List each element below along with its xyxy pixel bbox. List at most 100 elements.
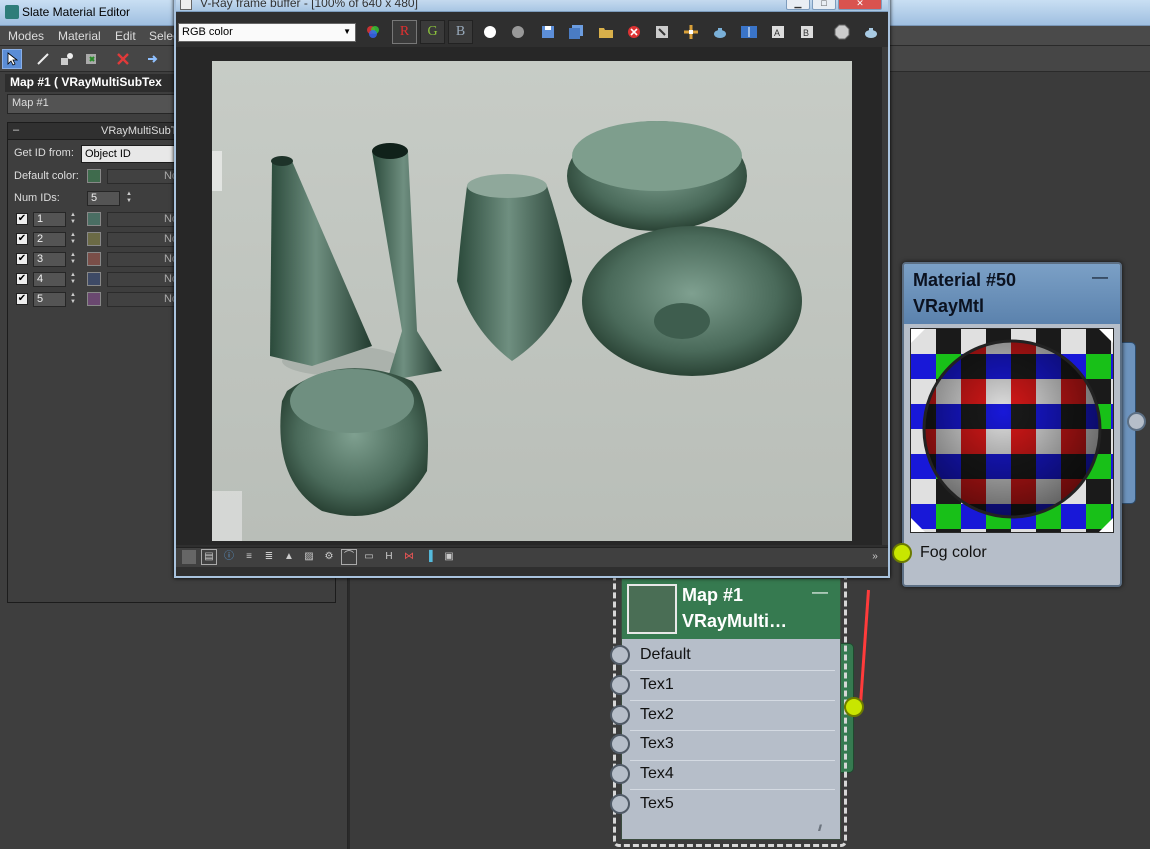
id-4-checkbox[interactable]: ✔ xyxy=(16,273,28,285)
channel-dropdown[interactable]: RGB color ▼ xyxy=(178,23,356,42)
maximize-icon[interactable]: □ xyxy=(812,0,836,10)
material-node-header[interactable]: Material #50 VRayMtl — xyxy=(904,264,1120,324)
id-3-texmap-button[interactable]: No xyxy=(107,252,182,267)
tex1-input-port[interactable] xyxy=(610,675,630,695)
id-5-spinner-arrows[interactable]: ▲ ▼ xyxy=(69,292,77,307)
id-5-color-swatch[interactable] xyxy=(87,292,101,306)
assign-material-icon[interactable] xyxy=(57,49,77,69)
alpha-white-icon[interactable] xyxy=(479,21,501,43)
id-3-checkbox[interactable]: ✔ xyxy=(16,253,28,265)
h-button[interactable]: H xyxy=(382,550,396,564)
id-3-color-swatch[interactable] xyxy=(87,252,101,266)
select-tool-icon[interactable] xyxy=(2,49,22,69)
save-all-icon[interactable] xyxy=(565,21,587,43)
id-1-color-swatch[interactable] xyxy=(87,212,101,226)
vfb-scrollbar[interactable] xyxy=(882,47,888,545)
map-node-output-port[interactable] xyxy=(844,697,864,717)
render-last-teapot-icon[interactable] xyxy=(709,21,731,43)
move-children-icon[interactable] xyxy=(143,49,163,69)
id-2-color-swatch[interactable] xyxy=(87,232,101,246)
minimize-icon[interactable]: ▁ xyxy=(786,0,810,10)
menu-material[interactable]: Material xyxy=(58,29,101,43)
color-balance-icon[interactable]: ≣ xyxy=(262,550,276,564)
fog-color-input-port[interactable] xyxy=(892,543,912,563)
id-5-checkbox[interactable]: ✔ xyxy=(16,293,28,305)
get-id-dropdown[interactable]: Object ID xyxy=(81,145,181,163)
material-node-output-port[interactable] xyxy=(1127,412,1146,431)
lut-icon[interactable]: ▭ xyxy=(362,550,376,564)
num-ids-spinner-arrows[interactable]: ▲ ▼ xyxy=(125,191,133,206)
settings-icon[interactable]: ⚙ xyxy=(322,550,336,564)
save-icon[interactable] xyxy=(537,21,559,43)
track-mouse-icon[interactable] xyxy=(680,21,702,43)
red-channel-button[interactable]: R xyxy=(392,20,417,44)
histogram-icon[interactable]: ▲ xyxy=(282,550,296,564)
render-viewport[interactable] xyxy=(176,47,888,545)
id-2-checkbox[interactable]: ✔ xyxy=(16,233,28,245)
vray-frame-buffer-window[interactable]: V-Ray frame buffer - [100% of 640 x 480]… xyxy=(174,0,890,578)
id-1-spinner-arrows[interactable]: ▲ ▼ xyxy=(69,212,77,227)
id-4-spinner[interactable]: 4 xyxy=(33,272,66,287)
render-teapot-icon[interactable] xyxy=(860,21,882,43)
id-2-spinner-arrows[interactable]: ▲ ▼ xyxy=(69,232,77,247)
menu-modes[interactable]: Modes xyxy=(8,29,44,43)
default-color-swatch[interactable] xyxy=(87,169,101,183)
reset-map-icon[interactable] xyxy=(81,49,101,69)
id-5-spinner[interactable]: 5 xyxy=(33,292,66,307)
default-input-port[interactable] xyxy=(610,645,630,665)
id-5-texmap-button[interactable]: No xyxy=(107,292,182,307)
curves-icon[interactable]: ⌒ xyxy=(341,549,357,565)
num-ids-spinner[interactable]: 5 xyxy=(87,191,120,206)
material-node[interactable]: Material #50 VRayMtl — Fog color xyxy=(892,262,1122,587)
history-b-icon[interactable]: B xyxy=(796,21,818,43)
map-node-header[interactable]: Map #1 VRayMulti… — xyxy=(622,579,840,639)
material-node-name: Material #50 xyxy=(913,270,1017,290)
map-node[interactable]: Map #1 VRayMulti… — Default Tex1 Tex2 Te… xyxy=(610,578,841,840)
levels-icon[interactable]: ▤ xyxy=(201,549,217,565)
blue-channel-button[interactable]: B xyxy=(448,20,473,44)
delete-icon[interactable] xyxy=(113,49,133,69)
id-2-spinner[interactable]: 2 xyxy=(33,232,66,247)
tex4-input-port[interactable] xyxy=(610,764,630,784)
eyedropper-icon[interactable] xyxy=(33,49,53,69)
color-channels-icon[interactable] xyxy=(362,21,384,43)
default-texmap-button[interactable]: No xyxy=(107,169,182,184)
green-channel-button[interactable]: G xyxy=(420,20,445,44)
compare-icon[interactable]: ▐ xyxy=(422,550,436,564)
mono-icon[interactable] xyxy=(507,21,529,43)
clear-image-icon[interactable] xyxy=(623,21,645,43)
menu-edit[interactable]: Edit xyxy=(115,29,136,43)
tex5-input-port[interactable] xyxy=(610,794,630,814)
collapse-icon[interactable]: – xyxy=(13,124,19,136)
hsl-icon[interactable]: ≡ xyxy=(242,550,256,564)
id-1-spinner[interactable]: 1 xyxy=(33,212,66,227)
show-corrections-icon[interactable] xyxy=(182,550,196,564)
material-node-minimize-button[interactable]: — xyxy=(1092,269,1108,287)
map-node-minimize-button[interactable]: — xyxy=(812,584,828,602)
pixel-info-icon[interactable]: ▣ xyxy=(442,550,456,564)
resize-grip-icon[interactable]: //// xyxy=(818,823,822,833)
close-icon[interactable]: ✕ xyxy=(838,0,882,10)
exposure-icon[interactable]: ▨ xyxy=(302,550,316,564)
stop-render-icon[interactable] xyxy=(831,21,853,43)
id-2-texmap-button[interactable]: No xyxy=(107,232,182,247)
id-4-color-swatch[interactable] xyxy=(87,272,101,286)
node-wire[interactable] xyxy=(858,589,870,710)
tex3-input-port[interactable] xyxy=(610,734,630,754)
duplicate-to-max-fb-icon[interactable] xyxy=(651,21,673,43)
expand-panel-icon[interactable]: » xyxy=(868,550,882,564)
id-3-spinner-arrows[interactable]: ▲ ▼ xyxy=(69,252,77,267)
tex2-input-port[interactable] xyxy=(610,705,630,725)
vfb-title-bar[interactable]: V-Ray frame buffer - [100% of 640 x 480]… xyxy=(176,0,888,12)
info-icon[interactable]: ⓘ xyxy=(222,550,236,564)
id-4-spinner-arrows[interactable]: ▲ ▼ xyxy=(69,272,77,287)
id-3-spinner[interactable]: 3 xyxy=(33,252,66,267)
ab-compare-icon[interactable] xyxy=(738,21,760,43)
id-1-texmap-button[interactable]: No xyxy=(107,212,182,227)
id-4-texmap-button[interactable]: No xyxy=(107,272,182,287)
id-1-checkbox[interactable]: ✔ xyxy=(16,213,28,225)
slot-divider xyxy=(630,700,835,701)
load-icon[interactable] xyxy=(595,21,617,43)
sync-icon[interactable]: ⋈ xyxy=(402,550,416,564)
history-a-icon[interactable]: A xyxy=(767,21,789,43)
